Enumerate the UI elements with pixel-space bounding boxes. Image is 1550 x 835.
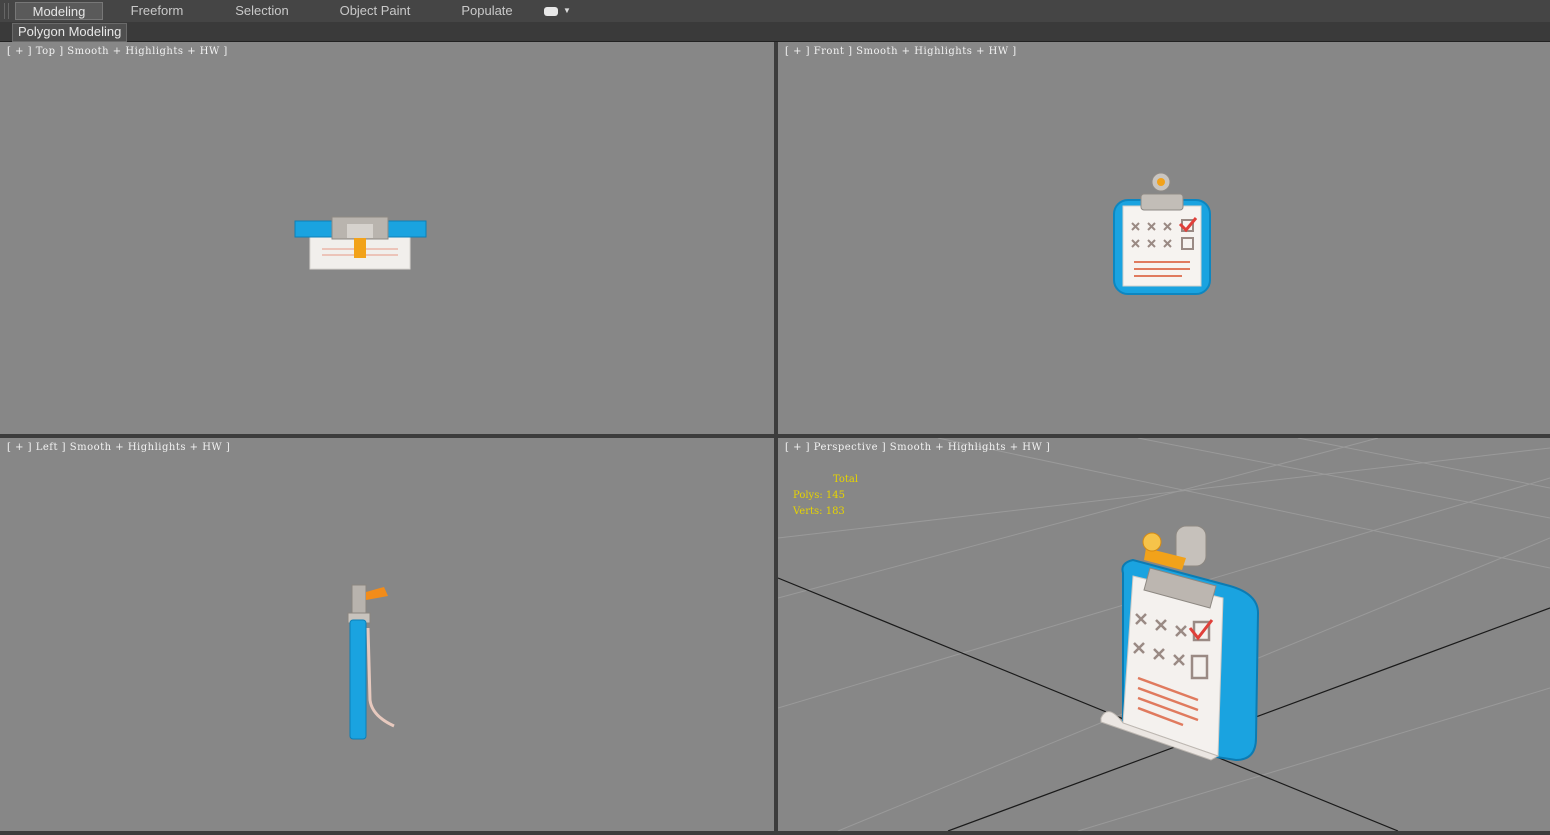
clipboard-model-left [347, 584, 395, 740]
viewport-top[interactable]: [ + ] Top ] Smooth + Highlights + HW ] [0, 42, 774, 434]
clipboard-model-top [294, 216, 427, 270]
ribbon-options-icon[interactable] [544, 7, 558, 16]
tab-populate[interactable]: Populate [450, 2, 524, 20]
ribbon-bar: Modeling Freeform Selection Object Paint… [0, 0, 1550, 23]
tab-selection[interactable]: Selection [224, 2, 300, 20]
tab-polygon-modeling[interactable]: Polygon Modeling [12, 23, 128, 42]
viewport-perspective[interactable]: [ + ] Perspective ] Smooth + Highlights … [778, 438, 1550, 831]
clipboard-model-front [1113, 172, 1211, 295]
viewport-front[interactable]: [ + ] Front ] Smooth + Highlights + HW ] [778, 42, 1550, 434]
tab-object-paint[interactable]: Object Paint [330, 2, 420, 20]
clipboard-model-perspective [1100, 525, 1260, 762]
chevron-down-icon[interactable]: ▼ [563, 6, 571, 15]
ribbon-subbar: Polygon Modeling [0, 22, 1550, 42]
tab-modeling[interactable]: Modeling [15, 2, 103, 20]
viewport-left[interactable]: [ + ] Left ] Smooth + Highlights + HW ] [0, 438, 774, 831]
ribbon-grip[interactable] [4, 3, 9, 19]
tab-freeform[interactable]: Freeform [118, 2, 196, 20]
